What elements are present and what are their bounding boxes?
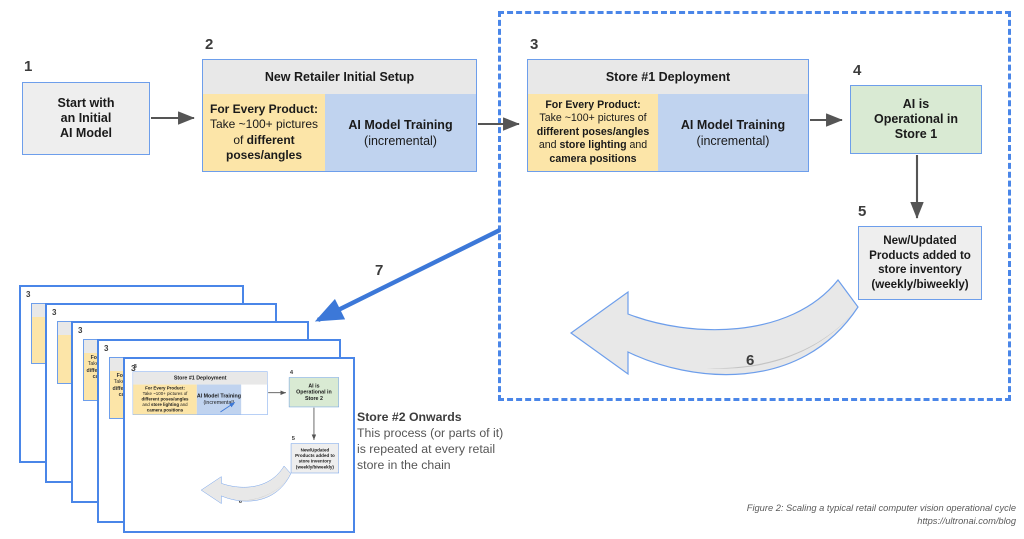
label-number-5: 5 — [858, 203, 867, 220]
box3-blue-panel: AI Model Training (incremental) — [658, 94, 808, 171]
box1-line-3: AI Model — [59, 126, 113, 140]
box3-yellow-line-1: Take ~100+ pictures of — [539, 112, 647, 125]
annotation-line-2: is repeated at every retail — [357, 442, 496, 456]
figure-source-url: https://ultronai.com/blog — [917, 515, 1016, 526]
box5-line-2: Products added to — [869, 248, 971, 262]
annotation-line-1: This process (or parts of it) — [357, 426, 504, 440]
box2-yellow-line-2: of different — [233, 133, 294, 149]
annotation-title: Store #2 Onwards — [357, 410, 462, 424]
front-card-mini-diagram: Store #1 Deployment For Every Product: T… — [125, 359, 347, 518]
box3-blue-title: AI Model Training — [680, 117, 786, 132]
box3-yellow-panel: For Every Product: Take ~100+ pictures o… — [528, 94, 658, 171]
box4-line-1: AI is — [902, 97, 930, 111]
label-number-6: 6 — [746, 352, 755, 369]
store-card-stack-item-front[interactable]: 3 Store #1 Deployment For Every Product:… — [123, 357, 355, 533]
box3-yellow-line-4: camera positions — [549, 152, 637, 165]
box2-yellow-title: For Every Product: — [209, 101, 319, 116]
figure-caption-text: Figure 2: Scaling a typical retail compu… — [746, 503, 1016, 513]
box2-yellow-line-1: Take ~100+ pictures — [209, 117, 319, 131]
box1-line-1: Start with — [57, 96, 115, 110]
box3-yellow-line-3-bold: store lighting — [559, 139, 627, 152]
box2-header: New Retailer Initial Setup — [203, 60, 476, 94]
label-number-2: 2 — [205, 36, 214, 53]
box2-yellow-line-2-bold: different — [246, 132, 295, 147]
box5-line-3: store inventory — [878, 263, 962, 276]
box4-line-2: Operational in — [873, 112, 959, 126]
box1-line-2: an Initial — [60, 111, 112, 125]
stack5-number: 3 — [26, 290, 31, 299]
stack2-number: 3 — [104, 344, 109, 353]
box3-yellow-line-3: and store lighting and — [539, 139, 647, 153]
diagram-canvas: 1 Start with an Initial AI Model 2 New R… — [0, 0, 1024, 539]
node-box1-text: Start with an Initial AI Model — [23, 83, 149, 154]
annotation-line-3: store in the chain — [357, 458, 451, 472]
node-start-initial-ai-model[interactable]: Start with an Initial AI Model — [22, 82, 150, 155]
box2-blue-subtitle: (incremental) — [364, 133, 437, 148]
box2-yellow-line-3: poses/angles — [225, 148, 303, 162]
box4-line-3: Store 1 — [894, 127, 938, 141]
label-number-4: 4 — [853, 62, 862, 79]
figure-caption: Figure 2: Scaling a typical retail compu… — [704, 502, 1016, 527]
node-new-updated-products[interactable]: New/Updated Products added to store inve… — [858, 226, 982, 300]
box5-line-1: New/Updated — [883, 234, 957, 247]
stack3-number: 3 — [78, 326, 83, 335]
node-box4-text: AI is Operational in Store 1 — [851, 86, 981, 153]
node-box5-text: New/Updated Products added to store inve… — [859, 227, 981, 299]
mini-connectors — [200, 390, 317, 505]
label-number-1: 1 — [24, 58, 33, 75]
box3-yellow-line-2: different poses/angles — [536, 125, 650, 138]
box3-header: Store #1 Deployment — [528, 60, 808, 94]
node-ai-operational-store-1[interactable]: AI is Operational in Store 1 — [850, 85, 982, 154]
label-number-7: 7 — [375, 262, 384, 279]
box2-blue-title: AI Model Training — [348, 117, 453, 132]
box5-line-4: (weekly/biweekly) — [871, 277, 969, 291]
arrow-7-to-store-stack — [314, 228, 501, 322]
box2-yellow-panel: For Every Product: Take ~100+ pictures o… — [203, 94, 325, 171]
box3-blue-subtitle: (incremental) — [696, 133, 770, 148]
box2-yellow-line-2-plain: of — [233, 132, 247, 147]
stack4-number: 3 — [52, 308, 57, 317]
label-number-3: 3 — [530, 36, 539, 53]
box3-yellow-line-3-plain-a: and — [538, 139, 560, 152]
box3-yellow-line-3-plain-b: and — [626, 139, 648, 152]
box2-blue-panel: AI Model Training (incremental) — [325, 94, 476, 171]
node-new-retailer-initial-setup[interactable]: New Retailer Initial Setup For Every Pro… — [202, 59, 477, 172]
node-store-1-deployment[interactable]: Store #1 Deployment For Every Product: T… — [527, 59, 809, 172]
store-2-onwards-annotation: Store #2 Onwards This process (or parts … — [357, 409, 547, 473]
box3-yellow-title: For Every Product: — [545, 98, 641, 111]
